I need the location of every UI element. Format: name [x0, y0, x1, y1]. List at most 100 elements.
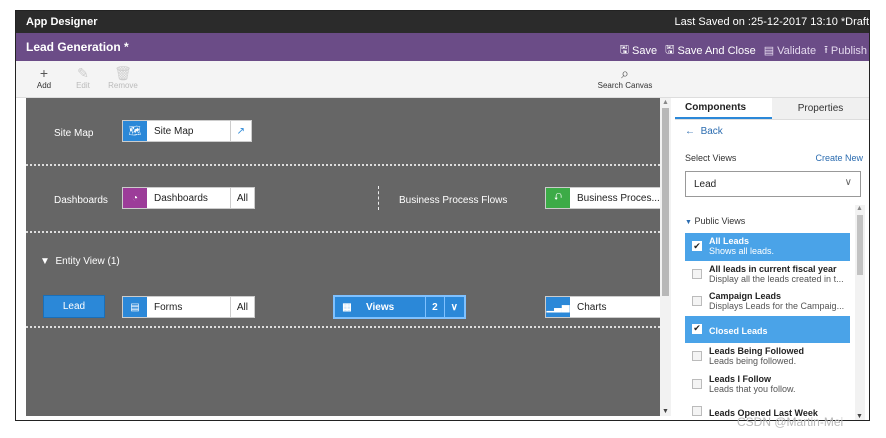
forms-tile-label: Forms	[154, 301, 183, 313]
app-name: Lead Generation *	[26, 40, 129, 54]
lead-entity-button[interactable]: Lead	[43, 295, 105, 318]
view-title: Leads I Follow	[709, 373, 772, 384]
view-item[interactable]: Campaign Leads Displays Leads for the Cam…	[685, 288, 850, 316]
scroll-up-icon[interactable]: ▲	[662, 99, 669, 106]
view-checkbox[interactable]	[692, 296, 702, 306]
publish-button[interactable]: ⭱ Publish	[824, 41, 867, 60]
view-checkbox[interactable]: ✔	[692, 323, 702, 334]
view-description: Leads that you follow.	[709, 383, 796, 394]
scroll-down-icon[interactable]: ▼	[856, 413, 863, 420]
view-text: All leads in current fiscal year Display …	[709, 264, 849, 284]
dashboards-tile-label: Dashboards	[154, 192, 208, 204]
save-button[interactable]: 🖫 Save	[620, 41, 657, 60]
scroll-thumb[interactable]	[857, 215, 863, 275]
search-canvas-command[interactable]: ⌕ Search Canvas	[590, 65, 660, 90]
last-saved-status: Last Saved on :25-12-2017 13:10 *Draft	[674, 16, 869, 28]
tab-components[interactable]: Components	[675, 98, 772, 119]
site-map-tile-label: Site Map	[154, 125, 194, 137]
view-title: Leads Being Followed	[709, 346, 805, 356]
window-title: App Designer	[26, 16, 98, 28]
view-item[interactable]: Leads Being Followed Leads being followed…	[685, 343, 850, 371]
views-count: 2	[425, 297, 444, 317]
save-close-icon: 🖫	[665, 44, 675, 56]
watermark: CSDN @Martin-Mei	[737, 415, 844, 429]
app-designer-window: App Designer Last Saved on :25-12-2017 1…	[15, 10, 870, 421]
dashboard-icon: ◔	[123, 188, 147, 208]
map-icon: 🗺	[123, 121, 147, 141]
forms-tile[interactable]: ▤ Forms All	[122, 296, 255, 318]
view-title: Closed Leads	[709, 325, 768, 336]
panel-tabs: Components Properties	[675, 98, 869, 120]
open-designer-icon[interactable]: ↗	[229, 121, 251, 141]
view-item[interactable]: Leads I Follow Leads that you follow.	[685, 371, 850, 399]
add-label: Add	[36, 81, 52, 90]
select-views-label: Select Views	[685, 153, 737, 163]
entity-view-label: Entity View (1)	[55, 256, 120, 267]
business-process-flows-tile[interactable]: ⮏ Business Proces...	[545, 187, 660, 209]
save-icon: 🖫	[619, 44, 629, 56]
command-bar: + Add ✎ Edit 🗑 Remove ⌕ Search Canvas	[16, 61, 869, 98]
view-item[interactable]: All leads in current fiscal year Display …	[685, 261, 850, 289]
entity-select-value: Lead	[694, 179, 717, 190]
process-flow-icon: ⮏	[546, 188, 570, 208]
site-map-tile[interactable]: 🗺 Site Map ↗	[122, 120, 252, 142]
remove-command[interactable]: 🗑 Remove	[108, 65, 138, 90]
save-and-close-button[interactable]: 🖫 Save And Close	[665, 41, 756, 60]
dashboards-row-label: Dashboards	[54, 195, 108, 206]
scroll-down-icon[interactable]: ▼	[662, 408, 669, 415]
chevron-down-icon: ∨	[844, 177, 852, 188]
view-item[interactable]: ✔ Closed Leads	[685, 315, 850, 343]
view-item[interactable]: ✔ All Leads Shows all leads.	[685, 233, 850, 261]
views-tile[interactable]: ▦ Views 2 ∨	[333, 295, 466, 319]
section-divider	[26, 231, 660, 233]
header-actions: 🖫 Save 🖫 Save And Close ▤ Validate ⭱ Publish	[620, 41, 867, 60]
view-text: Leads I Follow Leads that you follow.	[709, 374, 849, 394]
site-map-row-label: Site Map	[54, 128, 94, 139]
bpf-tile-label: Business Proces...	[577, 192, 660, 204]
charts-tile[interactable]: ▁▃▅ Charts	[545, 296, 660, 318]
view-checkbox[interactable]	[692, 268, 702, 279]
dashboards-tile[interactable]: ◔ Dashboards All	[122, 187, 255, 209]
view-checkbox[interactable]: ✔	[692, 241, 702, 251]
remove-label: Remove	[108, 81, 138, 90]
pencil-icon: ✎	[77, 65, 89, 81]
plus-icon: +	[39, 65, 49, 81]
clipboard-check-icon: ▤	[763, 45, 775, 57]
form-icon: ▤	[123, 297, 147, 317]
save-and-close-label: Save And Close	[677, 44, 756, 57]
public-views-toggle[interactable]: ▼ Public Views	[685, 216, 745, 226]
section-divider	[26, 326, 660, 328]
scroll-thumb[interactable]	[662, 108, 669, 296]
back-link[interactable]: ← Back	[685, 126, 723, 137]
edit-label: Edit	[76, 81, 90, 90]
search-icon: ⌕	[621, 65, 629, 81]
entity-select[interactable]: Lead ∨	[685, 171, 861, 197]
panel-scrollbar[interactable]: ▲ ▼	[855, 205, 865, 420]
validate-label: Validate	[777, 44, 817, 57]
view-text: Closed Leads	[709, 319, 849, 336]
publish-label: Publish	[830, 44, 867, 57]
designer-canvas: Site Map 🗺 Site Map ↗ Dashboards ◔ Dashb…	[26, 98, 660, 416]
create-new-link[interactable]: Create New	[815, 153, 863, 163]
tab-properties[interactable]: Properties	[772, 98, 869, 119]
forms-count: All	[229, 297, 254, 317]
validate-button[interactable]: ▤ Validate	[764, 41, 816, 60]
row-divider	[378, 186, 379, 210]
view-text: Leads Being Followed Leads being followed…	[709, 346, 849, 366]
scroll-up-icon[interactable]: ▲	[856, 205, 863, 212]
add-command[interactable]: + Add	[29, 65, 59, 90]
chevron-down-icon[interactable]: ∨	[443, 297, 464, 317]
edit-command[interactable]: ✎ Edit	[68, 65, 98, 90]
public-views-label: Public Views	[694, 216, 746, 226]
view-title: All Leads	[709, 236, 750, 246]
entity-view-header[interactable]: ▼ Entity View (1)	[40, 256, 120, 267]
section-divider	[26, 164, 660, 166]
canvas-scrollbar[interactable]: ▲ ▼	[660, 98, 671, 416]
view-title: All leads in current fiscal year	[709, 263, 837, 274]
charts-tile-label: Charts	[577, 301, 607, 313]
dashboards-count: All	[229, 188, 254, 208]
trash-icon: 🗑	[114, 65, 132, 81]
view-checkbox[interactable]	[692, 406, 702, 416]
view-checkbox[interactable]	[692, 378, 702, 389]
view-checkbox[interactable]	[692, 351, 702, 361]
